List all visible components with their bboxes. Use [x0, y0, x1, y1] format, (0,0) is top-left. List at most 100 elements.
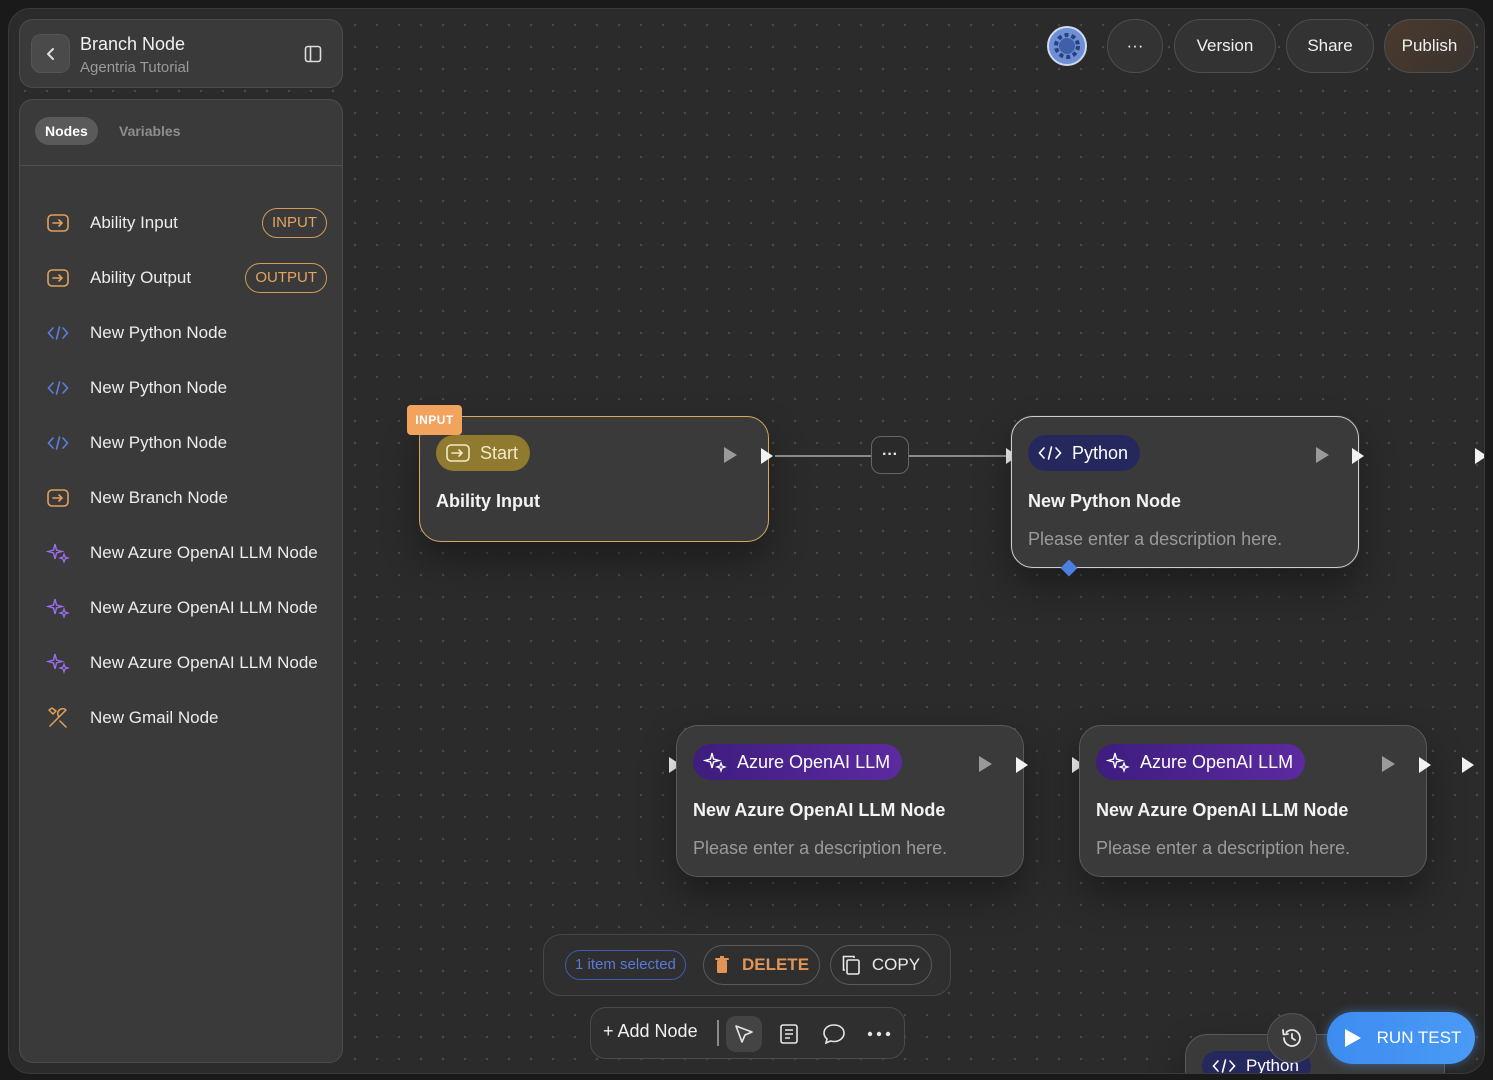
- chevron-left-icon: [46, 47, 54, 60]
- sidebar-item-python[interactable]: New Python Node: [20, 305, 342, 360]
- azure-llm-node[interactable]: Azure OpenAI LLM New Azure OpenAI LLM No…: [1079, 725, 1427, 877]
- sidebar-item-azure-llm[interactable]: New Azure OpenAI LLM Node: [20, 580, 342, 635]
- llm-pill: Azure OpenAI LLM: [1096, 744, 1306, 780]
- publish-button[interactable]: Publish: [1384, 19, 1475, 73]
- input-icon: [446, 443, 470, 463]
- sidebar-tabs: Nodes Variables: [20, 100, 342, 166]
- tools-icon: [46, 706, 70, 730]
- workflow-canvas[interactable]: Branch Node Agentria Tutorial Nodes Vari…: [8, 8, 1485, 1074]
- publish-label: Publish: [1401, 36, 1458, 55]
- sidebar-item-label: New Python Node: [90, 377, 228, 397]
- sidebar-item-label: New Azure OpenAI LLM Node: [90, 597, 318, 617]
- sidebar-item-azure-llm[interactable]: New Azure OpenAI LLM Node: [20, 635, 342, 690]
- input-icon: [46, 211, 70, 235]
- delete-label: DELETE: [741, 955, 810, 974]
- share-button[interactable]: Share: [1286, 19, 1374, 73]
- llm-pill-label: Azure OpenAI LLM: [737, 751, 891, 772]
- play-icon[interactable]: [1382, 756, 1395, 772]
- azure-llm-node[interactable]: Azure OpenAI LLM New Azure OpenAI LLM No…: [676, 725, 1024, 877]
- user-avatar[interactable]: [1047, 26, 1087, 66]
- edge-menu-button[interactable]: ···: [871, 436, 909, 474]
- sidebar-item-python[interactable]: New Python Node: [20, 415, 342, 470]
- tab-variables[interactable]: Variables: [109, 117, 191, 145]
- output-port[interactable]: [1419, 757, 1431, 773]
- sidebar-item-ability-input[interactable]: Ability Input INPUT: [20, 195, 342, 250]
- more-options-button[interactable]: ···: [1107, 19, 1163, 73]
- llm-pill: Azure OpenAI LLM: [693, 744, 903, 780]
- sidebar-item-label: New Python Node: [90, 432, 228, 452]
- llm-pill-label: Azure OpenAI LLM: [1140, 751, 1294, 772]
- node-description: Please enter a description here.: [693, 838, 948, 858]
- share-label: Share: [1307, 36, 1353, 55]
- output-tag: OUTPUT: [245, 262, 327, 293]
- sidebar-item-label: New Azure OpenAI LLM Node: [90, 652, 318, 672]
- start-pill-label: Start: [480, 442, 519, 463]
- sidebar-item-label: Ability Input: [90, 212, 178, 232]
- copy-icon: [842, 955, 860, 975]
- run-test-label: RUN TEST: [1376, 1028, 1462, 1047]
- history-button[interactable]: [1267, 1013, 1317, 1063]
- play-icon[interactable]: [1316, 447, 1329, 463]
- trash-icon: [714, 956, 729, 973]
- python-node[interactable]: Python New Python Node Please enter a de…: [1011, 416, 1359, 568]
- sidebar-item-python[interactable]: New Python Node: [20, 360, 342, 415]
- back-button[interactable]: [31, 34, 70, 73]
- code-icon: [1038, 443, 1062, 463]
- ellipsis-icon: [867, 1031, 891, 1037]
- python-pill-label: Python: [1072, 442, 1129, 463]
- sidebar-item-label: New Branch Node: [90, 487, 228, 507]
- code-icon: [46, 376, 70, 400]
- sidebar-item-label: New Azure OpenAI LLM Node: [90, 542, 318, 562]
- play-icon[interactable]: [979, 756, 992, 772]
- code-icon: [1212, 1056, 1236, 1073]
- edge-menu-label: ···: [882, 446, 898, 463]
- sidebar-item-ability-output[interactable]: Ability Output OUTPUT: [20, 250, 342, 305]
- sidebar-item-branch[interactable]: New Branch Node: [20, 470, 342, 525]
- comment-tool-button[interactable]: [816, 1016, 852, 1052]
- python-pill: Python: [1028, 435, 1141, 471]
- play-icon: [1344, 1029, 1361, 1047]
- node-title: Ability Input: [436, 491, 540, 511]
- node-title: New Python Node: [1028, 491, 1182, 511]
- sparkle-icon: [46, 541, 70, 565]
- start-node[interactable]: Start Ability Input: [419, 416, 769, 542]
- select-tool-button[interactable]: [726, 1016, 762, 1052]
- tab-nodes[interactable]: Nodes: [35, 117, 98, 145]
- gear-icon: [1054, 33, 1080, 59]
- node-title: New Azure OpenAI LLM Node: [1096, 800, 1349, 820]
- node-description: Please enter a description here.: [1028, 529, 1283, 549]
- more-tools-button[interactable]: [861, 1016, 897, 1052]
- output-port[interactable]: [761, 448, 773, 464]
- sparkle-icon: [46, 596, 70, 620]
- input-badge: INPUT: [407, 405, 462, 435]
- notes-tool-button[interactable]: [771, 1016, 807, 1052]
- sidebar-item-label: Ability Output: [90, 267, 192, 287]
- copy-button[interactable]: COPY: [830, 945, 932, 985]
- node-sidebar: Nodes Variables Ability Input INPUT Abil…: [19, 99, 343, 1063]
- play-icon[interactable]: [724, 447, 737, 463]
- page-subtitle: Agentria Tutorial: [80, 59, 190, 76]
- sparkle-icon: [703, 752, 727, 773]
- code-icon: [46, 431, 70, 455]
- sidebar-item-label: New Gmail Node: [90, 707, 219, 727]
- toolbar-divider: [717, 1020, 719, 1046]
- delete-button[interactable]: DELETE: [703, 945, 820, 985]
- output-port[interactable]: [1016, 757, 1028, 773]
- input-port[interactable]: [1475, 448, 1484, 464]
- run-test-button[interactable]: RUN TEST: [1327, 1012, 1475, 1064]
- input-port[interactable]: [1462, 757, 1474, 773]
- version-label: Version: [1196, 36, 1254, 55]
- output-port[interactable]: [1352, 448, 1364, 464]
- selection-toolbar: 1 item selected DELETE COPY: [543, 934, 951, 996]
- sidebar-item-azure-llm[interactable]: New Azure OpenAI LLM Node: [20, 525, 342, 580]
- more-label: ···: [1126, 36, 1144, 55]
- sidebar-toggle-icon[interactable]: [304, 45, 322, 63]
- sidebar-item-gmail[interactable]: New Gmail Node: [20, 690, 342, 745]
- add-node-button[interactable]: + Add Node: [603, 1021, 698, 1042]
- sparkle-icon: [1106, 752, 1130, 773]
- sparkle-icon: [46, 651, 70, 675]
- node-title: New Azure OpenAI LLM Node: [693, 800, 946, 820]
- version-button[interactable]: Version: [1174, 19, 1276, 73]
- node-description: Please enter a description here.: [1096, 838, 1351, 858]
- sidebar-item-label: New Python Node: [90, 322, 228, 342]
